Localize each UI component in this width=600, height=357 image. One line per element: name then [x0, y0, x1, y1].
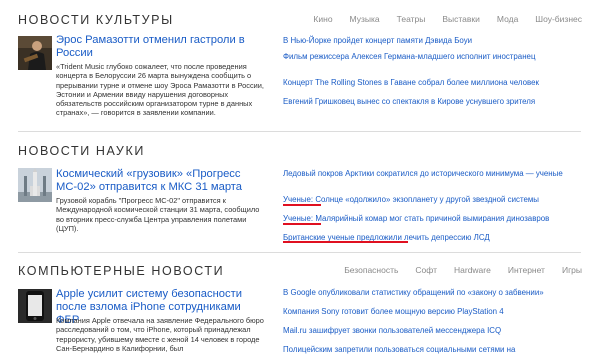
list-item[interactable]: В Нью-Йорке пройдет концерт памяти Дэвид… — [283, 36, 583, 46]
list-item[interactable]: В Google опубликовали статистику обращен… — [283, 288, 583, 298]
list-item[interactable]: Евгений Гришковец вынес со спектакля в К… — [283, 97, 583, 107]
culture-section: НОВОСТИ КУЛЬТУРЫ Кино Музыка Театры Выст… — [0, 0, 600, 120]
science-header: НОВОСТИ НАУКИ — [18, 144, 600, 162]
tab-moda[interactable]: Мода — [497, 14, 518, 24]
phone-photo[interactable] — [18, 289, 52, 323]
section-title: КОМПЬЮТЕРНЫЕ НОВОСТИ — [18, 264, 225, 278]
science-lead-title[interactable]: Космический «грузовик» «Прогресс МС-02» … — [56, 168, 256, 194]
underline-mark — [283, 204, 321, 206]
tab-soft[interactable]: Софт — [415, 265, 437, 275]
tab-igry[interactable]: Игры — [562, 265, 582, 275]
list-item[interactable]: Фильм режиссера Алексея Германа-младшего… — [283, 52, 583, 62]
list-item[interactable]: Ученые: Малярийный комар мог стать причи… — [283, 214, 583, 224]
tab-teatry[interactable]: Театры — [397, 14, 426, 24]
science-lead-text: Грузовой корабль "Прогресс МС-02" отправ… — [56, 196, 260, 233]
list-item[interactable]: Ученые: Солнце «одолжило» экзопланету у … — [283, 195, 583, 205]
section-title: НОВОСТИ НАУКИ — [18, 144, 145, 158]
culture-tabs: Кино Музыка Театры Выставки Мода Шоу-биз… — [296, 14, 582, 24]
tab-vystavki[interactable]: Выставки — [442, 14, 480, 24]
list-item[interactable]: Компания Sony готовит более мощную верси… — [283, 307, 583, 317]
computer-lead-text: Компания Apple отвечала на заявление Фед… — [56, 316, 264, 353]
computer-tabs: Безопасность Софт Hardware Интернет Игры — [327, 265, 582, 275]
culture-lead-title[interactable]: Эрос Рамазотти отменил гастроли в России — [56, 34, 256, 60]
tab-muzyka[interactable]: Музыка — [350, 14, 380, 24]
list-item[interactable]: Mail.ru зашифрует звонки пользователей м… — [283, 326, 583, 336]
singer-photo[interactable] — [18, 36, 52, 70]
computer-section: КОМПЬЮТЕРНЫЕ НОВОСТИ Безопасность Софт H… — [0, 252, 600, 357]
tab-hardware[interactable]: Hardware — [454, 265, 491, 275]
list-item[interactable]: Ледовый покров Арктики сократился до ист… — [283, 169, 583, 179]
section-title: НОВОСТИ КУЛЬТУРЫ — [18, 13, 174, 27]
computer-header: КОМПЬЮТЕРНЫЕ НОВОСТИ Безопасность Софт H… — [18, 264, 600, 282]
tab-bezopasnost[interactable]: Безопасность — [344, 265, 398, 275]
tab-kino[interactable]: Кино — [313, 14, 332, 24]
rocket-photo[interactable] — [18, 168, 52, 202]
underline-mark — [283, 223, 321, 225]
tab-shou-biznes[interactable]: Шоу-бизнес — [535, 14, 582, 24]
list-item[interactable]: Полицейским запретили пользоваться социа… — [283, 345, 583, 355]
science-section: НОВОСТИ НАУКИ Космический «грузовик» «Пр… — [0, 131, 600, 251]
culture-header: НОВОСТИ КУЛЬТУРЫ Кино Музыка Театры Выст… — [18, 13, 600, 31]
underline-mark — [283, 241, 408, 243]
list-item[interactable]: Концерт The Rolling Stones в Гаване собр… — [283, 78, 583, 88]
tab-internet[interactable]: Интернет — [508, 265, 545, 275]
culture-lead-text: «Trident Music глубоко сожалеет, что пос… — [56, 62, 264, 118]
